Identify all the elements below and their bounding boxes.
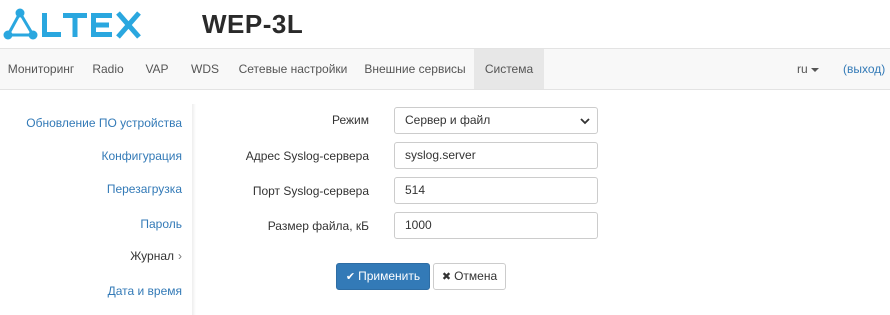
apply-button-label: Применить [358,269,421,283]
sidebar-item-log-label: Журнал [130,249,174,263]
syslog-address-label: Адрес Syslog-сервера [245,149,369,163]
nav-item-network-settings[interactable]: Сетевые настройки [230,49,356,89]
sidebar-item-date-time[interactable]: Дата и время [108,284,182,298]
mode-select-value: Сервер и файл [405,113,491,127]
sidebar-item-log[interactable]: Журнал › [130,249,182,263]
nav-item-system[interactable]: Система [474,49,544,89]
main-navbar: Мониторинг Radio VAP WDS Сетевые настрой… [0,48,890,90]
chevron-right-icon: › [178,249,182,263]
syslog-address-input[interactable]: syslog.server [394,142,598,169]
close-icon: ✖ [441,271,452,283]
nav-item-wds[interactable]: WDS [180,49,230,89]
language-dropdown[interactable]: ru [797,49,819,89]
file-size-input[interactable]: 1000 [394,212,598,239]
logout-link[interactable]: (выход) [843,49,885,89]
nav-item-monitoring[interactable]: Мониторинг [0,49,82,89]
check-icon: ✔ [345,271,356,283]
nav-item-vap[interactable]: VAP [134,49,180,89]
nav-item-radio[interactable]: Radio [82,49,134,89]
eltex-logo [3,8,141,40]
language-label: ru [797,62,808,76]
cancel-button-label: Отмена [454,269,498,283]
nav-item-external-services[interactable]: Внешние сервисы [356,49,474,89]
syslog-port-input[interactable]: 514 [394,177,598,204]
sidebar: Обновление ПО устройства Конфигурация Пе… [0,100,196,315]
cancel-button[interactable]: ✖ Отмена [433,263,506,290]
apply-button[interactable]: ✔ Применить [336,263,430,290]
sidebar-divider [192,104,196,315]
file-size-label: Размер файла, кБ [267,219,369,233]
product-title: WEP-3L [202,9,304,39]
mode-label: Режим [332,113,369,127]
syslog-port-label: Порт Syslog-сервера [252,184,369,198]
header: WEP-3L [0,0,890,48]
mode-select[interactable]: Сервер и файл [394,107,598,134]
caret-down-icon [810,67,819,72]
chevron-down-icon [580,118,590,125]
